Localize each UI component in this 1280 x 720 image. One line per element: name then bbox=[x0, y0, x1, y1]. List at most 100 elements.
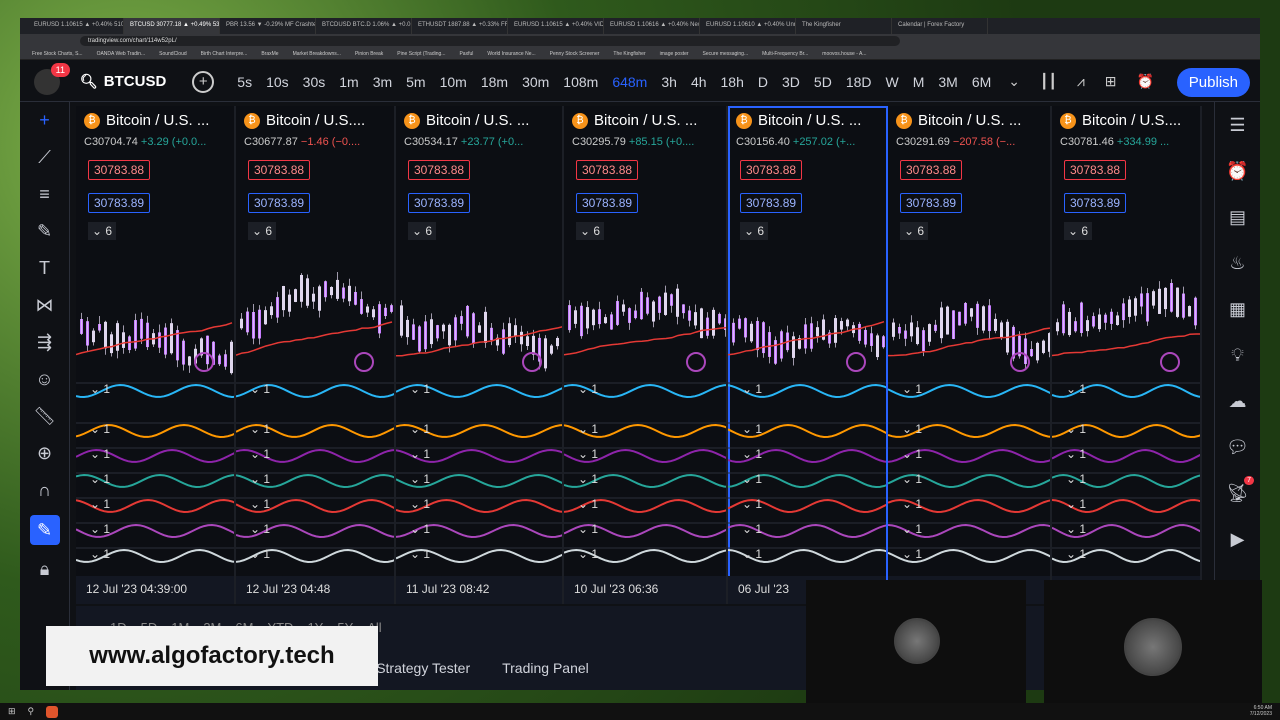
indicator-toggle[interactable]: ⌄ 1 bbox=[902, 522, 922, 536]
sell-button[interactable]: 30783.88 bbox=[576, 160, 639, 180]
bookmark-item[interactable]: The Kingfisher bbox=[613, 51, 645, 57]
timeframe-10s[interactable]: 10s bbox=[259, 74, 296, 90]
indicator-toggle[interactable]: ⌄ 1 bbox=[742, 472, 762, 486]
play-icon[interactable]: ▶ bbox=[1215, 516, 1260, 562]
indicator-toggle[interactable]: ⌄ 1 bbox=[742, 422, 762, 436]
text-icon[interactable]: T bbox=[20, 250, 69, 287]
chart-panel[interactable]: ⌄ 1 ⌄ 1 ⌄ 1 ⌄ 1 ⌄ 1 ⌄ 1 ⌄ 1 ₿ Bitcoin / U.S. ...… bbox=[564, 106, 728, 604]
indicator-toggle[interactable]: ⌄ 1 bbox=[742, 497, 762, 511]
browser-tab[interactable]: PBR 13.56 ▼ -0.29% MF Crashtesd bbox=[220, 18, 316, 34]
panel-title[interactable]: ₿ Bitcoin / U.S. ... bbox=[896, 112, 1021, 129]
indicator-toggle[interactable]: ⌄ 1 bbox=[578, 472, 598, 486]
indicator-toggle[interactable]: ⌄ 1 bbox=[90, 447, 110, 461]
buy-button[interactable]: 30783.89 bbox=[248, 193, 311, 213]
event-icon[interactable] bbox=[846, 352, 866, 372]
indicators-collapse[interactable]: ⌄ 6 bbox=[900, 222, 929, 240]
timeframe-6M[interactable]: 6M bbox=[965, 74, 998, 90]
bookmark-item[interactable]: image poster bbox=[660, 51, 689, 57]
sell-button[interactable]: 30783.88 bbox=[408, 160, 471, 180]
indicators-collapse[interactable]: ⌄ 6 bbox=[248, 222, 277, 240]
browser-icon[interactable] bbox=[46, 705, 59, 718]
cloud-icon[interactable]: ☁ bbox=[1215, 378, 1260, 424]
bookmark-item[interactable]: Multi-Frequency Br... bbox=[762, 51, 808, 57]
ideas-icon[interactable]: 💡︎ bbox=[1215, 332, 1260, 378]
magnet-icon[interactable]: ∩ bbox=[20, 472, 69, 509]
bookmark-item[interactable]: Secure messaging... bbox=[703, 51, 749, 57]
indicator-toggle[interactable]: ⌄ 1 bbox=[578, 522, 598, 536]
indicator-toggle[interactable]: ⌄ 1 bbox=[1066, 547, 1086, 561]
timeframe-108m[interactable]: 108m bbox=[556, 74, 605, 90]
indicator-toggle[interactable]: ⌄ 1 bbox=[90, 382, 110, 396]
browser-tab[interactable]: ETHUSDT 1887.88 ▲ +0.33% FRENDE bbox=[412, 18, 508, 34]
buy-button[interactable]: 30783.89 bbox=[900, 193, 963, 213]
indicator-toggle[interactable]: ⌄ 1 bbox=[902, 422, 922, 436]
bookmark-item[interactable]: Free Stock Charts, S... bbox=[32, 51, 83, 57]
indicator-toggle[interactable]: ⌄ 1 bbox=[250, 497, 270, 511]
indicators-icon[interactable]: ⩘ bbox=[1077, 73, 1085, 90]
browser-tab[interactable]: EURUSD 1.10615 ▲ +0.40% VIDEO bbox=[508, 18, 604, 34]
browser-tab[interactable]: EURUSD 1.10616 ▲ +0.40% New Algo bbox=[604, 18, 700, 34]
brush-icon[interactable]: ✎ bbox=[20, 213, 69, 250]
stream-icon[interactable]: 📡︎ 7 bbox=[1215, 470, 1260, 516]
timeframe-18h[interactable]: 18h bbox=[714, 74, 751, 90]
crosshair-icon[interactable]: + bbox=[20, 102, 69, 139]
user-avatar[interactable]: 11 bbox=[34, 62, 70, 95]
start-icon[interactable]: ⊞ bbox=[8, 706, 16, 717]
bottom-tab[interactable]: Trading Panel bbox=[502, 660, 589, 676]
buy-button[interactable]: 30783.89 bbox=[740, 193, 803, 213]
indicator-toggle[interactable]: ⌄ 1 bbox=[90, 472, 110, 486]
indicators-collapse[interactable]: ⌄ 6 bbox=[88, 222, 117, 240]
indicator-toggle[interactable]: ⌄ 1 bbox=[578, 422, 598, 436]
chart-panel[interactable]: ⌄ 1 ⌄ 1 ⌄ 1 ⌄ 1 ⌄ 1 ⌄ 1 ⌄ 1 ₿ Bitcoin / U.S. ...… bbox=[76, 106, 236, 604]
sell-button[interactable]: 30783.88 bbox=[1064, 160, 1127, 180]
timeframe-3M[interactable]: 3M bbox=[931, 74, 964, 90]
browser-tab[interactable]: BTCUSD 30777.18 ▲ +0.49% 530 bbox=[124, 18, 220, 34]
indicator-toggle[interactable]: ⌄ 1 bbox=[742, 447, 762, 461]
indicator-toggle[interactable]: ⌄ 1 bbox=[1066, 382, 1086, 396]
fib-icon[interactable]: ≡ bbox=[20, 176, 69, 213]
buy-button[interactable]: 30783.89 bbox=[408, 193, 471, 213]
search-icon[interactable]: ⚲ bbox=[28, 706, 35, 717]
event-icon[interactable] bbox=[686, 352, 706, 372]
hotlist-icon[interactable]: ♨ bbox=[1215, 240, 1260, 286]
timeframe-W[interactable]: W bbox=[879, 74, 906, 90]
timeframe-18D[interactable]: 18D bbox=[839, 74, 879, 90]
chart-panel[interactable]: ⌄ 1 ⌄ 1 ⌄ 1 ⌄ 1 ⌄ 1 ⌄ 1 ⌄ 1 ₿ Bitcoin / U.S.... C… bbox=[236, 106, 396, 604]
bookmark-item[interactable]: SoundCloud bbox=[159, 51, 187, 57]
bottom-tab[interactable]: Strategy Tester bbox=[376, 660, 470, 676]
timeframe-4h[interactable]: 4h bbox=[684, 74, 714, 90]
timeframe-5s[interactable]: 5s bbox=[230, 74, 259, 90]
buy-button[interactable]: 30783.89 bbox=[576, 193, 639, 213]
indicator-toggle[interactable]: ⌄ 1 bbox=[250, 472, 270, 486]
indicators-collapse[interactable]: ⌄ 6 bbox=[408, 222, 437, 240]
indicator-toggle[interactable]: ⌄ 1 bbox=[250, 422, 270, 436]
indicator-toggle[interactable]: ⌄ 1 bbox=[410, 422, 430, 436]
alerts-icon[interactable]: ⏰ bbox=[1215, 148, 1260, 194]
publish-button[interactable]: Publish bbox=[1176, 68, 1250, 97]
indicator-toggle[interactable]: ⌄ 1 bbox=[902, 382, 922, 396]
zoom-icon[interactable]: ⊕ bbox=[20, 435, 69, 472]
browser-tab[interactable]: EURUSD 1.10610 ▲ +0.40% Unnamed bbox=[700, 18, 796, 34]
timeframe-1m[interactable]: 1m bbox=[332, 74, 365, 90]
buy-button[interactable]: 30783.89 bbox=[88, 193, 151, 213]
browser-tab[interactable]: EURUSD 1.10615 ▲ +0.40% 510 Cros bbox=[28, 18, 124, 34]
indicator-toggle[interactable]: ⌄ 1 bbox=[742, 547, 762, 561]
layout-grid-icon[interactable]: ⊞ bbox=[1105, 73, 1117, 90]
indicators-collapse[interactable]: ⌄ 6 bbox=[1064, 222, 1093, 240]
panel-title[interactable]: ₿ Bitcoin / U.S.... bbox=[1060, 112, 1181, 129]
indicator-toggle[interactable]: ⌄ 1 bbox=[410, 382, 430, 396]
bookmark-item[interactable]: Pine Script (Trading... bbox=[397, 51, 445, 57]
bookmark-item[interactable]: moovos.house - A... bbox=[822, 51, 866, 57]
indicator-toggle[interactable]: ⌄ 1 bbox=[742, 522, 762, 536]
sell-button[interactable]: 30783.88 bbox=[900, 160, 963, 180]
indicator-toggle[interactable]: ⌄ 1 bbox=[250, 447, 270, 461]
buy-button[interactable]: 30783.89 bbox=[1064, 193, 1127, 213]
indicator-toggle[interactable]: ⌄ 1 bbox=[410, 547, 430, 561]
timeframe-30s[interactable]: 30s bbox=[296, 74, 333, 90]
bookmark-item[interactable]: Pinion Break bbox=[355, 51, 383, 57]
lock-icon[interactable]: 🔒︎ bbox=[20, 551, 69, 588]
bookmark-item[interactable]: Paxful bbox=[459, 51, 473, 57]
indicator-toggle[interactable]: ⌄ 1 bbox=[1066, 522, 1086, 536]
compare-symbol-button[interactable]: + bbox=[192, 70, 215, 93]
event-icon[interactable] bbox=[522, 352, 542, 372]
